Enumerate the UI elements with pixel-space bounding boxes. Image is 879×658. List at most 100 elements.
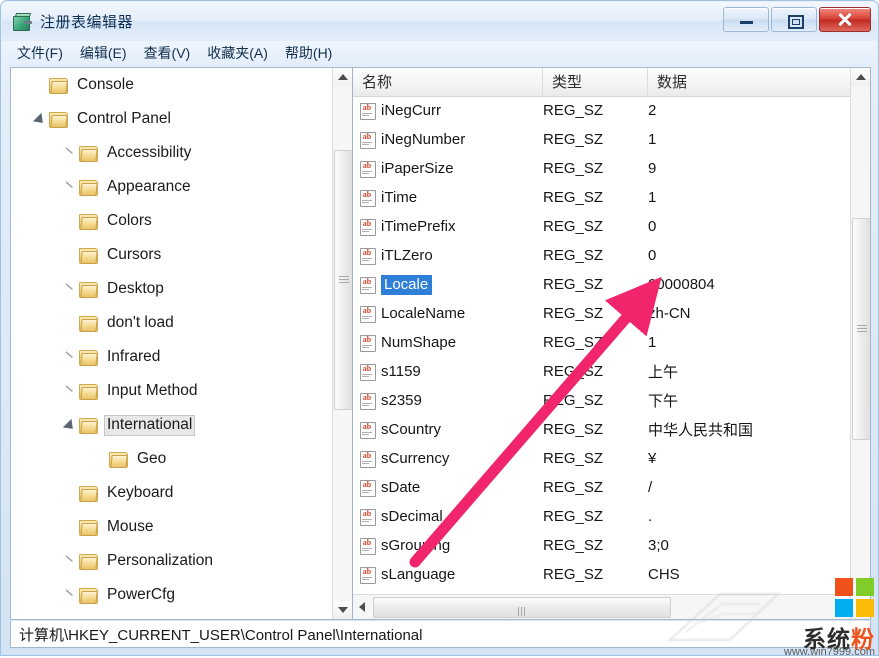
tree-item-don-t-load[interactable]: don't load bbox=[11, 306, 333, 340]
chevron-down-icon[interactable] bbox=[63, 418, 77, 432]
value-data: ¥ bbox=[648, 450, 656, 467]
tree-item-keyboard[interactable]: Keyboard bbox=[11, 476, 333, 510]
cell-name[interactable]: abLocaleName bbox=[353, 305, 543, 322]
value-name: s1159 bbox=[381, 363, 421, 380]
list-horizontal-scrollbar[interactable] bbox=[353, 594, 851, 619]
tree-item-sound[interactable]: Sound bbox=[11, 612, 333, 619]
tree-scroll-down-button[interactable] bbox=[333, 601, 352, 619]
tree-item-international[interactable]: International bbox=[11, 408, 333, 442]
table-row[interactable]: absDateREG_SZ/ bbox=[353, 473, 851, 502]
close-button[interactable] bbox=[819, 7, 871, 32]
tree-scrollbar-thumb[interactable] bbox=[334, 150, 353, 410]
chevron-right-icon[interactable] bbox=[63, 384, 77, 398]
tree-item-label: Console bbox=[74, 75, 137, 96]
tree-item-label: PowerCfg bbox=[104, 585, 178, 606]
table-row[interactable]: absGroupingREG_SZ3;0 bbox=[353, 531, 851, 560]
table-row[interactable]: abs1159REG_SZ上午 bbox=[353, 357, 851, 386]
folder-icon bbox=[79, 315, 98, 331]
cell-name[interactable]: abiTimePrefix bbox=[353, 218, 543, 235]
list-scroll-left-button[interactable] bbox=[353, 596, 371, 618]
cell-name[interactable]: absCurrency bbox=[353, 450, 543, 467]
cell-name[interactable]: abiTLZero bbox=[353, 247, 543, 264]
chevron-right-icon[interactable] bbox=[63, 350, 77, 364]
folder-icon bbox=[79, 519, 98, 535]
table-row[interactable]: abLocaleNameREG_SZzh-CN bbox=[353, 299, 851, 328]
column-name[interactable]: 名称 bbox=[353, 68, 543, 96]
cell-name[interactable]: abiPaperSize bbox=[353, 160, 543, 177]
chevron-right-icon[interactable] bbox=[63, 146, 77, 160]
tree-item-appearance[interactable]: Appearance bbox=[11, 170, 333, 204]
string-value-icon: ab bbox=[359, 335, 376, 351]
table-row[interactable]: abiNegNumberREG_SZ1 bbox=[353, 125, 851, 154]
table-row[interactable]: absLanguageREG_SZCHS bbox=[353, 560, 851, 589]
cell-name[interactable]: abiTime bbox=[353, 189, 543, 206]
cell-data: 下午 bbox=[648, 390, 851, 411]
tree-item-powercfg[interactable]: PowerCfg bbox=[11, 578, 333, 612]
table-row[interactable]: absDecimalREG_SZ. bbox=[353, 502, 851, 531]
table-row[interactable]: absCurrencyREG_SZ¥ bbox=[353, 444, 851, 473]
chevron-right-icon[interactable] bbox=[63, 588, 77, 602]
cell-type: REG_SZ bbox=[543, 102, 648, 120]
table-row[interactable]: absCountryREG_SZ中华人民共和国 bbox=[353, 415, 851, 444]
chevron-right-icon[interactable] bbox=[63, 554, 77, 568]
table-row[interactable]: abiTLZeroREG_SZ0 bbox=[353, 241, 851, 270]
cell-name[interactable]: absGrouping bbox=[353, 537, 543, 554]
menu-edit[interactable]: 编辑(E) bbox=[79, 41, 136, 66]
table-row[interactable]: abs2359REG_SZ下午 bbox=[353, 386, 851, 415]
list-scroll-down-button[interactable] bbox=[851, 601, 870, 619]
cell-data: 9 bbox=[648, 160, 851, 178]
menu-favorites[interactable]: 收藏夹(A) bbox=[206, 41, 277, 66]
list-hscrollbar-thumb[interactable] bbox=[373, 597, 671, 618]
cell-name[interactable]: absDecimal bbox=[353, 508, 543, 525]
folder-icon bbox=[109, 451, 128, 467]
cell-name[interactable]: absLanguage bbox=[353, 566, 543, 583]
chevron-right-icon[interactable] bbox=[63, 282, 77, 296]
column-data[interactable]: 数据 bbox=[648, 68, 851, 96]
tree-item-infrared[interactable]: Infrared bbox=[11, 340, 333, 374]
tree-item-console[interactable]: Console bbox=[11, 68, 333, 102]
cell-name[interactable]: abLocale bbox=[353, 275, 543, 295]
list-scrollbar-thumb[interactable] bbox=[852, 218, 870, 440]
tree-item-desktop[interactable]: Desktop bbox=[11, 272, 333, 306]
table-row[interactable]: abiNegCurrREG_SZ2 bbox=[353, 96, 851, 125]
tree-vertical-scrollbar[interactable] bbox=[332, 68, 352, 619]
chevron-right-icon[interactable] bbox=[63, 180, 77, 194]
cell-name[interactable]: abs2359 bbox=[353, 392, 543, 409]
tree-item-colors[interactable]: Colors bbox=[11, 204, 333, 238]
cell-data: 0 bbox=[648, 247, 851, 265]
menu-help[interactable]: 帮助(H) bbox=[284, 41, 341, 66]
cell-name[interactable]: abiNegNumber bbox=[353, 131, 543, 148]
chevron-down-icon[interactable] bbox=[33, 112, 47, 126]
table-row[interactable]: abNumShapeREG_SZ1 bbox=[353, 328, 851, 357]
scroll-up-icon bbox=[338, 74, 348, 80]
cell-name[interactable]: abs1159 bbox=[353, 363, 543, 380]
tree-item-mouse[interactable]: Mouse bbox=[11, 510, 333, 544]
folder-icon bbox=[79, 383, 98, 399]
table-row[interactable]: abiPaperSizeREG_SZ9 bbox=[353, 154, 851, 183]
minimize-button[interactable] bbox=[723, 7, 769, 32]
tree-item-input-method[interactable]: Input Method bbox=[11, 374, 333, 408]
tree-item-personalization[interactable]: Personalization bbox=[11, 544, 333, 578]
cell-name[interactable]: abNumShape bbox=[353, 334, 543, 351]
list-scroll-up-button[interactable] bbox=[851, 68, 870, 86]
column-type[interactable]: 类型 bbox=[543, 68, 648, 96]
registry-tree[interactable]: Console Control Panel Accessibility Appeara… bbox=[11, 68, 333, 619]
menu-view[interactable]: 查看(V) bbox=[143, 41, 200, 66]
tree-item-label: Accessibility bbox=[104, 143, 194, 164]
cell-name[interactable]: abiNegCurr bbox=[353, 102, 543, 119]
cell-name[interactable]: absDate bbox=[353, 479, 543, 496]
list-vertical-scrollbar[interactable] bbox=[850, 68, 870, 619]
tree-item-geo[interactable]: Geo bbox=[11, 442, 333, 476]
table-row[interactable]: abiTimePrefixREG_SZ0 bbox=[353, 212, 851, 241]
cell-type: REG_SZ bbox=[543, 537, 648, 555]
tree-item-control-panel[interactable]: Control Panel bbox=[11, 102, 333, 136]
tree-item-cursors[interactable]: Cursors bbox=[11, 238, 333, 272]
maximize-button[interactable] bbox=[771, 7, 817, 32]
cell-name[interactable]: absCountry bbox=[353, 421, 543, 438]
registry-values-list[interactable]: abiNegCurrREG_SZ2abiNegNumberREG_SZ1abiP… bbox=[353, 96, 851, 595]
menu-file[interactable]: 文件(F) bbox=[16, 41, 72, 66]
tree-scroll-up-button[interactable] bbox=[333, 68, 352, 86]
tree-item-accessibility[interactable]: Accessibility bbox=[11, 136, 333, 170]
table-row[interactable]: abLocaleREG_SZ00000804 bbox=[353, 270, 851, 299]
table-row[interactable]: abiTimeREG_SZ1 bbox=[353, 183, 851, 212]
